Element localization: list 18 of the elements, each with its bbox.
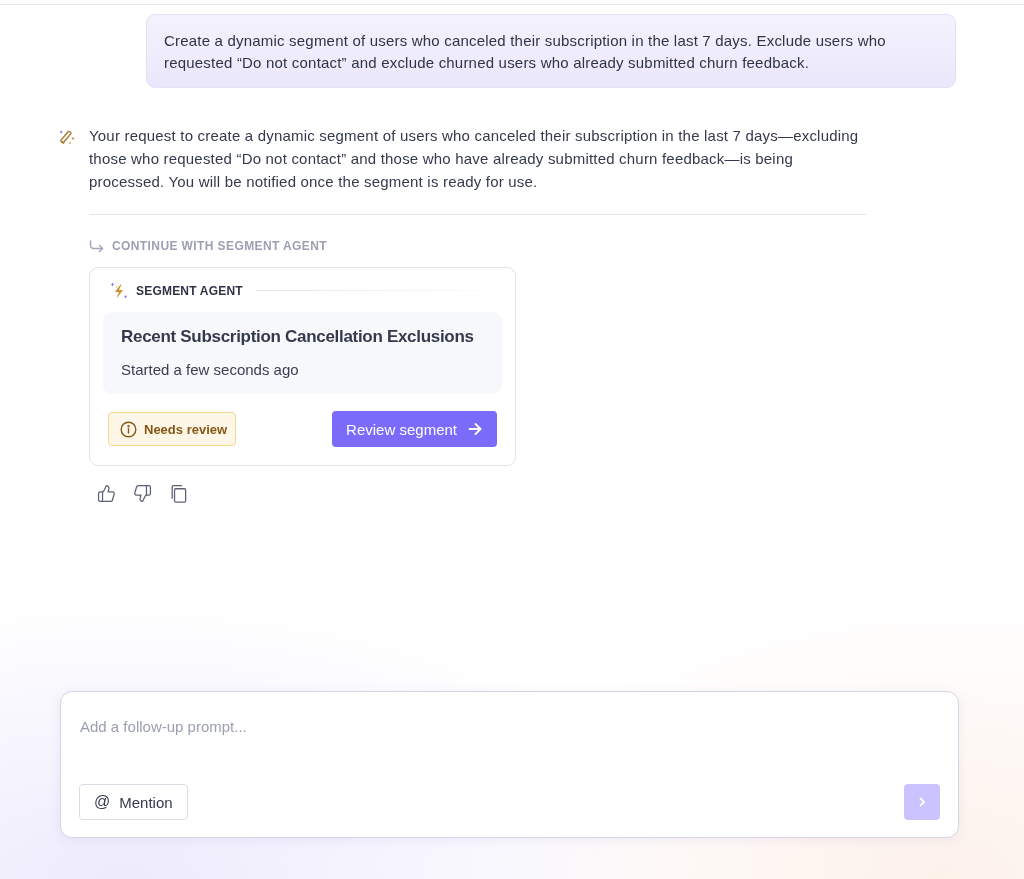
thumbs-up-icon[interactable] <box>97 484 116 503</box>
return-arrow-icon <box>89 239 104 253</box>
continue-label: CONTINUE WITH SEGMENT AGENT <box>112 239 328 253</box>
copy-icon[interactable] <box>169 484 188 503</box>
lightning-sparkle-icon <box>109 280 129 301</box>
assistant-reply: Your request to create a dynamic segment of users who canceled their subscription in the last 7 days—excluding those who requested “Do not contact” and those who have already submitted churn feedback—is being processed. You will be notified once the segment is ready for use. <box>89 126 860 192</box>
review-segment-button[interactable]: Review segment <box>332 411 497 447</box>
segment-title: Recent Subscription Cancellation Exclusions <box>121 326 475 348</box>
segment-status-time: Started a few seconds ago <box>121 360 300 380</box>
thumbs-down-icon[interactable] <box>133 484 152 503</box>
mention-button[interactable]: @ Mention <box>79 784 188 820</box>
agent-card-header: SEGMENT AGENT <box>136 283 243 298</box>
user-message: Create a dynamic segment of users who canceled their subscription in the last 7 days. Exclude users who requested “Do not contact” and exclude churned users who already submitted churn feedback. <box>146 14 956 88</box>
arrow-right-icon <box>467 421 483 437</box>
status-label: Needs review <box>144 421 228 437</box>
info-icon <box>120 420 137 438</box>
magic-wand-icon <box>58 128 76 146</box>
prompt-input[interactable]: Add a follow-up prompt... <box>80 717 480 737</box>
